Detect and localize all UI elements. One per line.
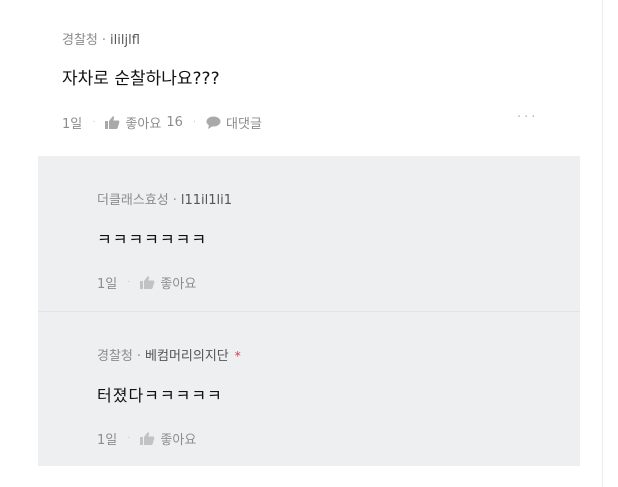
action-separator: ·: [92, 117, 96, 128]
reply-list: 더클래스효성 · l11il1li1 ㅋㅋㅋㅋㅋㅋㅋ 1일 · 좋아요 경찰청 · 베컴…: [38, 156, 580, 466]
reply-actions: 1일 · 좋아요: [97, 429, 196, 448]
thumbs-up-icon: [140, 276, 155, 289]
meta-separator: ·: [136, 349, 142, 364]
comment-time: 1일: [62, 117, 83, 132]
author-mark: *: [234, 349, 241, 363]
comment-nickname[interactable]: ilil​jlfl: [110, 33, 140, 48]
reply-like-label: 좋아요: [160, 433, 197, 448]
like-label: 좋아요: [125, 117, 162, 132]
reply-text: 터졌다ㅋㅋㅋㅋㅋ: [97, 386, 223, 405]
reply-actions: 1일 · 좋아요: [97, 273, 196, 292]
more-dots-icon[interactable]: ···: [517, 110, 538, 125]
comment-actions: 1일 · 좋아요 16 · 대댓글: [62, 113, 262, 132]
action-separator: ·: [127, 433, 131, 444]
reply-nickname[interactable]: 베컴머리의지단: [145, 349, 229, 364]
comment-meta: 경찰청 · ilil​jlfl: [62, 29, 140, 48]
reply-meta: 더클래스효성 · l11il1li1: [97, 189, 232, 208]
reply-nickname[interactable]: l11il1li1: [181, 193, 232, 208]
action-separator: ·: [192, 117, 197, 128]
meta-separator: ·: [101, 33, 107, 48]
reply-button[interactable]: 대댓글: [206, 113, 262, 132]
speech-bubble-icon: [206, 116, 221, 129]
reply-meta: 경찰청 · 베컴머리의지단 *: [97, 345, 241, 364]
comment-text: 자차로 순찰하나요???: [62, 69, 220, 89]
right-border: [602, 0, 603, 487]
reply-channel[interactable]: 경찰청: [97, 349, 133, 364]
thumbs-up-icon: [140, 432, 155, 445]
thumbs-up-icon: [105, 116, 120, 129]
meta-separator: ·: [172, 193, 177, 208]
action-separator: ·: [127, 277, 131, 288]
reply-time: 1일: [97, 433, 118, 448]
like-button[interactable]: 좋아요 16: [105, 113, 183, 132]
like-count: 16: [166, 115, 183, 130]
reply-label: 대댓글: [226, 117, 262, 132]
reply-like-button[interactable]: 좋아요: [140, 429, 196, 448]
reply-time: 1일: [97, 277, 118, 292]
reply-like-button[interactable]: 좋아요: [140, 273, 196, 292]
reply-channel[interactable]: 더클래스효성: [97, 193, 169, 208]
comment-channel[interactable]: 경찰청: [62, 33, 98, 48]
reply-like-label: 좋아요: [160, 277, 197, 292]
reply-text: ㅋㅋㅋㅋㅋㅋㅋ: [97, 230, 208, 249]
reply-divider: [38, 311, 580, 312]
